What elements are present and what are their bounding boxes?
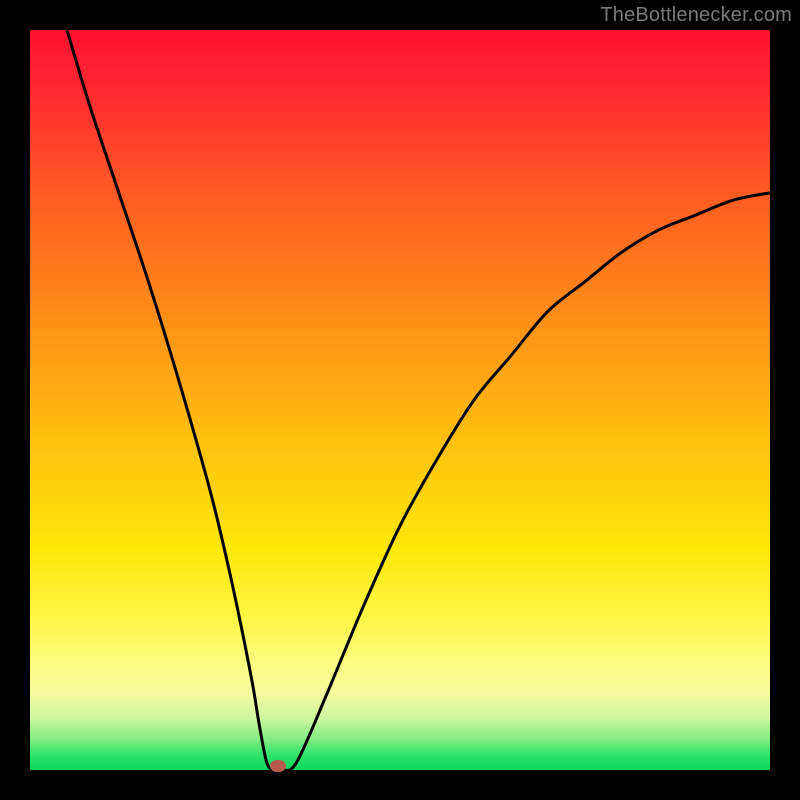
watermark-text: TheBottlenecker.com — [600, 4, 792, 27]
bottleneck-curve — [67, 30, 770, 770]
plot-area — [30, 30, 770, 770]
optimal-point-marker — [270, 760, 286, 772]
chart-frame: TheBottlenecker.com — [0, 0, 800, 800]
curve-svg — [30, 30, 770, 770]
